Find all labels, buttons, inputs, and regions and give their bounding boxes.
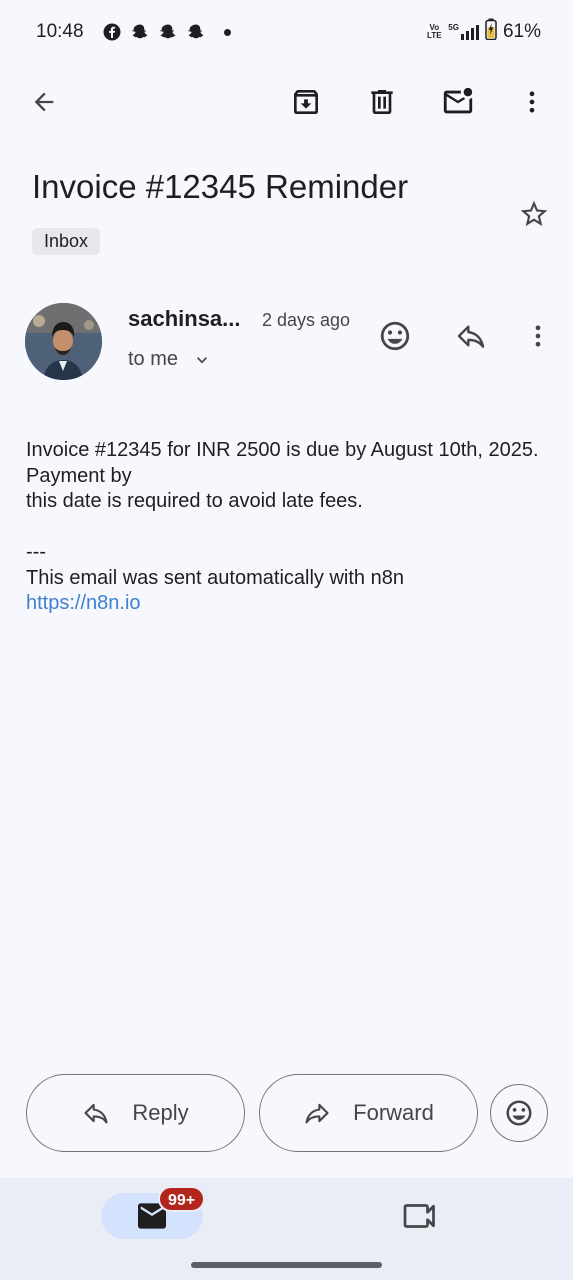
emoji-reaction-button[interactable]: [490, 1084, 548, 1142]
emoji-icon: [506, 1100, 532, 1126]
sender-avatar[interactable]: [25, 303, 102, 380]
back-button[interactable]: [20, 78, 68, 126]
sent-time: 2 days ago: [262, 310, 351, 330]
more-options-button[interactable]: [508, 78, 556, 126]
body-line-1: Invoice #12345 for INR 2500 is due by Au…: [26, 439, 539, 487]
emoji-icon: [380, 321, 410, 351]
snapchat-icon: [130, 22, 150, 42]
inbox-label-chip[interactable]: Inbox: [32, 228, 101, 255]
forward-button[interactable]: Forward: [259, 1074, 478, 1152]
mark-unread-icon: [443, 87, 473, 114]
recipient-details-toggle[interactable]: to me: [128, 348, 212, 371]
volte-indicator: Vo LTE: [426, 24, 442, 40]
archive-button[interactable]: [282, 78, 330, 126]
reply-icon: [84, 1103, 108, 1124]
more-vert-icon: [529, 91, 535, 113]
video-camera-icon: [403, 1204, 435, 1228]
status-right: Vo LTE 5G 61%: [426, 18, 541, 46]
network-type: 5G: [448, 23, 459, 32]
body-footer: This email was sent automatically with n…: [26, 566, 404, 589]
forward-label: Forward: [353, 1100, 434, 1125]
more-notifications-dot: [223, 28, 231, 36]
reply-button[interactable]: Reply: [26, 1074, 245, 1152]
status-left: 10:48: [36, 21, 231, 43]
add-reaction-button[interactable]: [371, 312, 419, 360]
delete-button[interactable]: [358, 78, 406, 126]
nav-meet-tab[interactable]: [396, 1193, 444, 1239]
battery-icon: [485, 18, 497, 46]
body-separator: ---: [26, 541, 46, 563]
more-vert-icon: [535, 325, 541, 347]
status-time: 10:48: [36, 21, 84, 42]
email-toolbar: [0, 70, 573, 134]
archive-icon: [294, 90, 318, 114]
reply-label: Reply: [132, 1100, 189, 1125]
forward-icon: [305, 1103, 329, 1124]
reply-icon-button[interactable]: [447, 312, 495, 360]
mark-unread-button[interactable]: [434, 78, 482, 126]
email-body: Invoice #12345 for INR 2500 is due by Au…: [26, 438, 546, 617]
signal-icon: 5G: [448, 24, 479, 40]
snapchat-icon: [186, 22, 206, 42]
sender-name[interactable]: sachinsa...: [128, 306, 252, 332]
volte-bottom: LTE: [427, 31, 442, 40]
message-more-button[interactable]: [514, 312, 562, 360]
snapchat-icon: [158, 22, 178, 42]
status-bar: 10:48 Vo LTE 5G 61%: [0, 0, 573, 64]
facebook-icon: [102, 22, 122, 42]
battery-percentage: 61%: [502, 21, 541, 42]
home-indicator[interactable]: [191, 1262, 382, 1268]
reply-icon: [457, 325, 485, 348]
avatar-image: [25, 303, 102, 380]
back-arrow-icon: [34, 92, 54, 112]
recipient-label: to me: [128, 348, 179, 370]
n8n-link[interactable]: https://n8n.io: [26, 592, 141, 614]
star-button[interactable]: [512, 192, 556, 236]
email-subject: Invoice #12345 Reminder: [32, 168, 409, 205]
unread-count-badge: 99+: [158, 1186, 206, 1212]
body-line-2: this date is required to avoid late fees…: [26, 490, 363, 512]
star-icon: [520, 200, 548, 226]
body-spacer: [26, 515, 546, 541]
chevron-down-icon: [197, 356, 208, 363]
trash-icon: [371, 90, 393, 114]
